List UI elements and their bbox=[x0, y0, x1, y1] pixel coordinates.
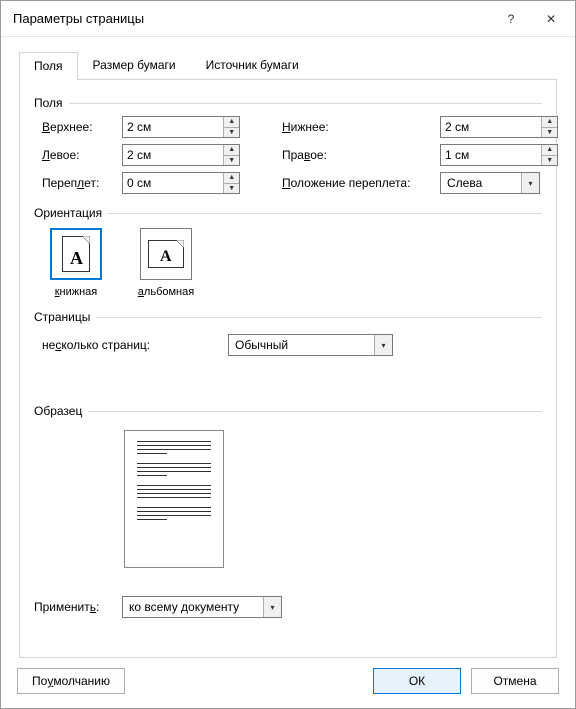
default-button[interactable]: По умолчанию bbox=[17, 668, 125, 694]
input-left-margin-field[interactable] bbox=[123, 145, 223, 165]
input-top-margin-field[interactable] bbox=[123, 117, 223, 137]
tab-margins[interactable]: Поля bbox=[19, 52, 78, 80]
orientation-landscape[interactable]: A альбомная bbox=[132, 228, 200, 298]
label-left: Левое: bbox=[42, 148, 122, 162]
svg-text:A: A bbox=[70, 248, 83, 268]
spinner-buttons[interactable]: ▲▼ bbox=[541, 145, 557, 165]
cancel-button[interactable]: Отмена bbox=[471, 668, 559, 694]
spin-up-icon[interactable]: ▲ bbox=[542, 145, 557, 156]
input-right-margin[interactable]: ▲▼ bbox=[440, 144, 558, 166]
spinner-buttons[interactable]: ▲▼ bbox=[223, 117, 239, 137]
apply-row: Применить: ко всему документу ▾ bbox=[34, 596, 542, 618]
select-apply-to[interactable]: ко всему документу ▾ bbox=[122, 596, 282, 618]
close-button[interactable]: ✕ bbox=[531, 4, 571, 34]
select-gutter-position[interactable]: Слева ▾ bbox=[440, 172, 540, 194]
help-button[interactable]: ? bbox=[491, 4, 531, 34]
tabs: Поля Размер бумаги Источник бумаги bbox=[19, 51, 557, 80]
input-bottom-margin[interactable]: ▲▼ bbox=[440, 116, 558, 138]
section-pages: Страницы bbox=[34, 310, 542, 324]
landscape-icon: A bbox=[140, 228, 192, 280]
spinner-buttons[interactable]: ▲▼ bbox=[541, 117, 557, 137]
input-right-margin-field[interactable] bbox=[441, 145, 541, 165]
label-gutter-position: Положение переплета: bbox=[282, 176, 440, 190]
spin-up-icon[interactable]: ▲ bbox=[224, 117, 239, 128]
orientation-portrait[interactable]: A книжная bbox=[42, 228, 110, 298]
spin-down-icon[interactable]: ▼ bbox=[224, 128, 239, 138]
section-margins: Поля bbox=[34, 96, 542, 110]
orientation-options: A книжная A альбомная bbox=[42, 228, 542, 298]
margins-grid: Верхнее: ▲▼ Нижнее: ▲▼ Левое: ▲▼ Правое:… bbox=[42, 116, 542, 194]
spin-down-icon[interactable]: ▼ bbox=[542, 156, 557, 166]
label-apply-to: Применить: bbox=[34, 600, 122, 614]
ok-button[interactable]: ОК bbox=[373, 668, 461, 694]
section-orientation: Ориентация bbox=[34, 206, 542, 220]
input-top-margin[interactable]: ▲▼ bbox=[122, 116, 240, 138]
chevron-down-icon[interactable]: ▾ bbox=[521, 173, 539, 193]
portrait-icon: A bbox=[50, 228, 102, 280]
select-multi-pages[interactable]: Обычный ▾ bbox=[228, 334, 393, 356]
svg-text:A: A bbox=[160, 248, 172, 265]
tab-body: Поля Верхнее: ▲▼ Нижнее: ▲▼ Левое: ▲▼ Пр… bbox=[19, 80, 557, 658]
input-bottom-margin-field[interactable] bbox=[441, 117, 541, 137]
window-title: Параметры страницы bbox=[13, 11, 491, 26]
label-multi-pages: несколько страниц: bbox=[42, 338, 228, 352]
spinner-buttons[interactable]: ▲▼ bbox=[223, 145, 239, 165]
chevron-down-icon[interactable]: ▾ bbox=[374, 335, 392, 355]
chevron-down-icon[interactable]: ▾ bbox=[263, 597, 281, 617]
section-preview: Образец bbox=[34, 404, 542, 418]
input-gutter[interactable]: ▲▼ bbox=[122, 172, 240, 194]
spin-down-icon[interactable]: ▼ bbox=[224, 184, 239, 194]
preview bbox=[124, 430, 542, 568]
label-gutter: Переплет: bbox=[42, 176, 122, 190]
spin-down-icon[interactable]: ▼ bbox=[224, 156, 239, 166]
label-top: Верхнее: bbox=[42, 120, 122, 134]
tab-paper-size[interactable]: Размер бумаги bbox=[78, 51, 191, 79]
pages-row: несколько страниц: Обычный ▾ bbox=[42, 334, 542, 356]
spin-up-icon[interactable]: ▲ bbox=[542, 117, 557, 128]
spin-down-icon[interactable]: ▼ bbox=[542, 128, 557, 138]
spin-up-icon[interactable]: ▲ bbox=[224, 173, 239, 184]
label-bottom: Нижнее: bbox=[282, 120, 440, 134]
input-left-margin[interactable]: ▲▼ bbox=[122, 144, 240, 166]
dialog-content: Поля Размер бумаги Источник бумаги Поля … bbox=[1, 37, 575, 658]
tab-paper-source[interactable]: Источник бумаги bbox=[191, 51, 314, 79]
spin-up-icon[interactable]: ▲ bbox=[224, 145, 239, 156]
title-bar: Параметры страницы ? ✕ bbox=[1, 1, 575, 37]
label-right: Правое: bbox=[282, 148, 440, 162]
dialog-footer: По умолчанию ОК Отмена bbox=[1, 658, 575, 708]
input-gutter-field[interactable] bbox=[123, 173, 223, 193]
preview-page bbox=[124, 430, 224, 568]
spinner-buttons[interactable]: ▲▼ bbox=[223, 173, 239, 193]
